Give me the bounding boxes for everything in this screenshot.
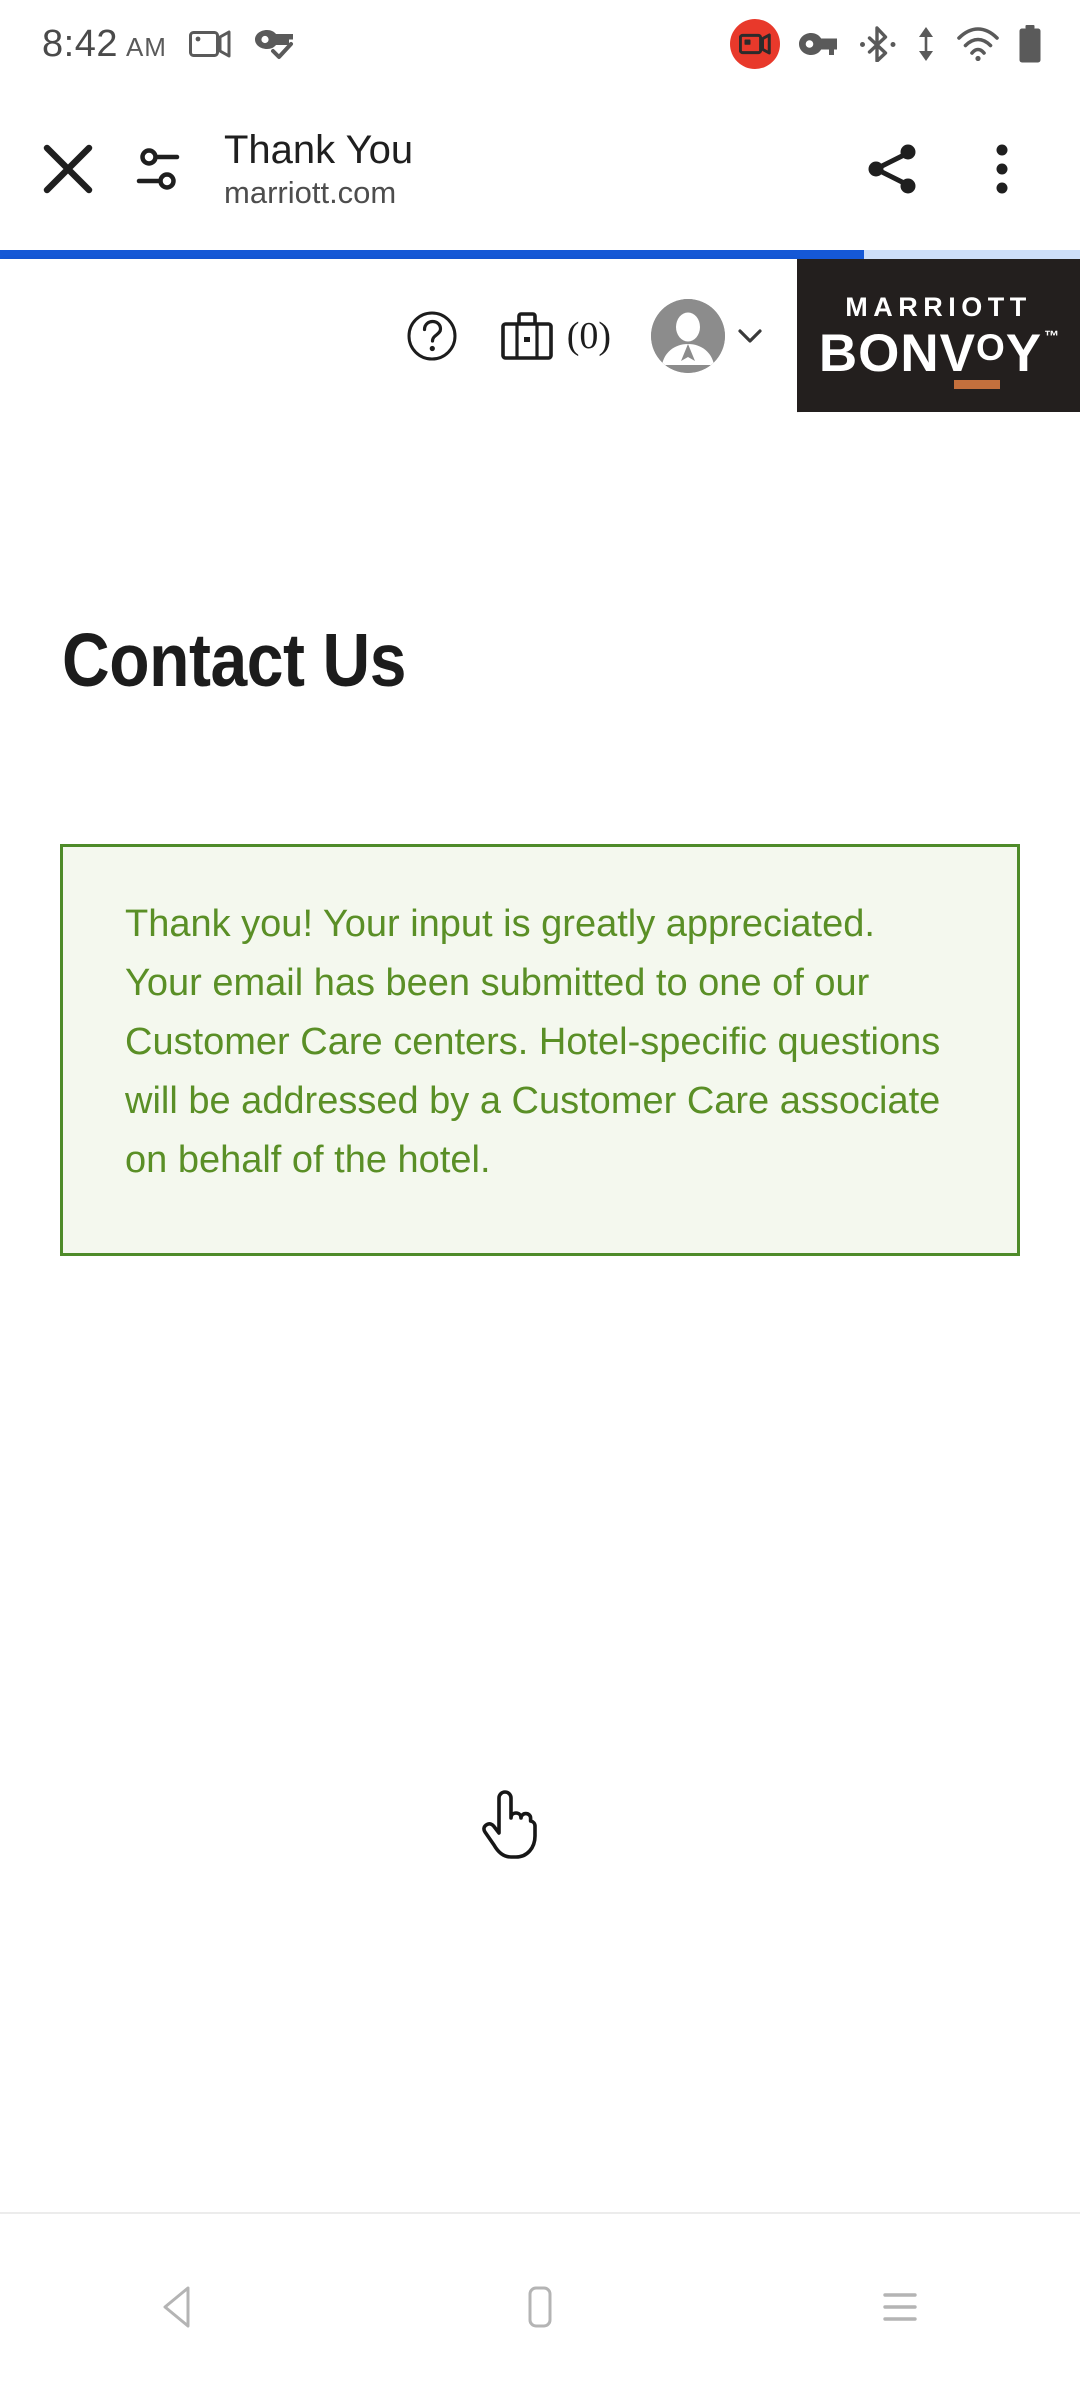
logo-marriott-text: MARRIOTT	[845, 291, 1032, 322]
clock-meridiem: AM	[125, 31, 167, 62]
briefcase-icon	[500, 312, 553, 360]
page-info-icon	[136, 148, 180, 190]
data-transfer-icon	[919, 27, 933, 61]
logo-accent-underline	[953, 379, 1000, 389]
trips-count: (0)	[566, 315, 611, 357]
home-nav-icon	[528, 2286, 552, 2328]
nav-home-button[interactable]	[440, 2247, 640, 2367]
bluetooth-icon	[860, 26, 896, 62]
logo-trademark: ™	[1044, 327, 1061, 345]
confirmation-message-box: Thank you! Your input is greatly appreci…	[60, 844, 1020, 1257]
marriott-bonvoy-logo[interactable]: MARRIOTT BONV O Y ™	[797, 259, 1080, 412]
logo-bonv: BONV	[818, 323, 976, 383]
vpn-key-icon	[799, 33, 837, 55]
logo-y: Y	[1005, 323, 1043, 383]
chevron-down-icon	[738, 329, 762, 343]
toolbar-titles[interactable]: Thank You marriott.com	[224, 127, 413, 211]
android-status-bar: 8:42 AM	[0, 0, 1080, 88]
logo-o: O	[976, 326, 1006, 368]
help-button[interactable]	[405, 309, 459, 363]
trips-button[interactable]: (0)	[499, 308, 611, 364]
site-header: (0) MARRIOTT BONV O Y ™	[0, 259, 1080, 413]
status-bar-clock: 8:42 AM	[42, 23, 167, 66]
screen-record-icon	[188, 30, 231, 58]
close-button[interactable]	[20, 140, 116, 198]
page-load-progress	[0, 250, 1080, 259]
page-title-toolbar: Thank You	[224, 128, 414, 173]
account-avatar-icon	[651, 299, 725, 373]
share-icon	[868, 144, 916, 194]
browser-toolbar: Thank You marriott.com	[0, 88, 1080, 250]
logo-bonvoy-text: BONV O Y ™	[818, 323, 1061, 389]
phone-screen: 8:42 AM Thank You marriott.com (0) MARRI…	[0, 0, 1080, 2400]
recents-nav-icon	[883, 2293, 917, 2321]
wifi-icon	[957, 27, 999, 61]
page-load-progress-fill	[0, 250, 864, 259]
share-button[interactable]	[842, 119, 942, 219]
status-bar-left: 8:42 AM	[0, 23, 295, 66]
site-header-actions: (0)	[0, 259, 797, 413]
page-info-button[interactable]	[116, 143, 202, 195]
page-content: Contact Us Thank you! Your input is grea…	[0, 413, 1080, 2212]
back-nav-icon	[163, 2286, 190, 2328]
toolbar-actions	[842, 119, 1080, 219]
more-options-icon	[996, 144, 1008, 194]
confirmation-message-text: Thank you! Your input is greatly appreci…	[125, 903, 941, 1181]
battery-icon	[1019, 25, 1041, 63]
help-circle-icon	[407, 311, 457, 361]
account-button[interactable]	[651, 299, 767, 373]
nav-back-button[interactable]	[80, 2247, 280, 2367]
clock-time: 8:42	[42, 22, 118, 65]
close-icon	[43, 144, 93, 194]
status-bar-right	[730, 19, 1080, 69]
more-options-button[interactable]	[952, 119, 1052, 219]
android-nav-bar	[0, 2212, 1080, 2400]
page-title: Contact Us	[62, 618, 406, 702]
vpn-key-check-icon	[254, 30, 293, 59]
screen-recording-active-icon	[730, 19, 780, 69]
page-origin: marriott.com	[224, 175, 397, 211]
pointer-hand-cursor	[480, 1788, 540, 1865]
nav-recents-button[interactable]	[800, 2247, 1000, 2367]
